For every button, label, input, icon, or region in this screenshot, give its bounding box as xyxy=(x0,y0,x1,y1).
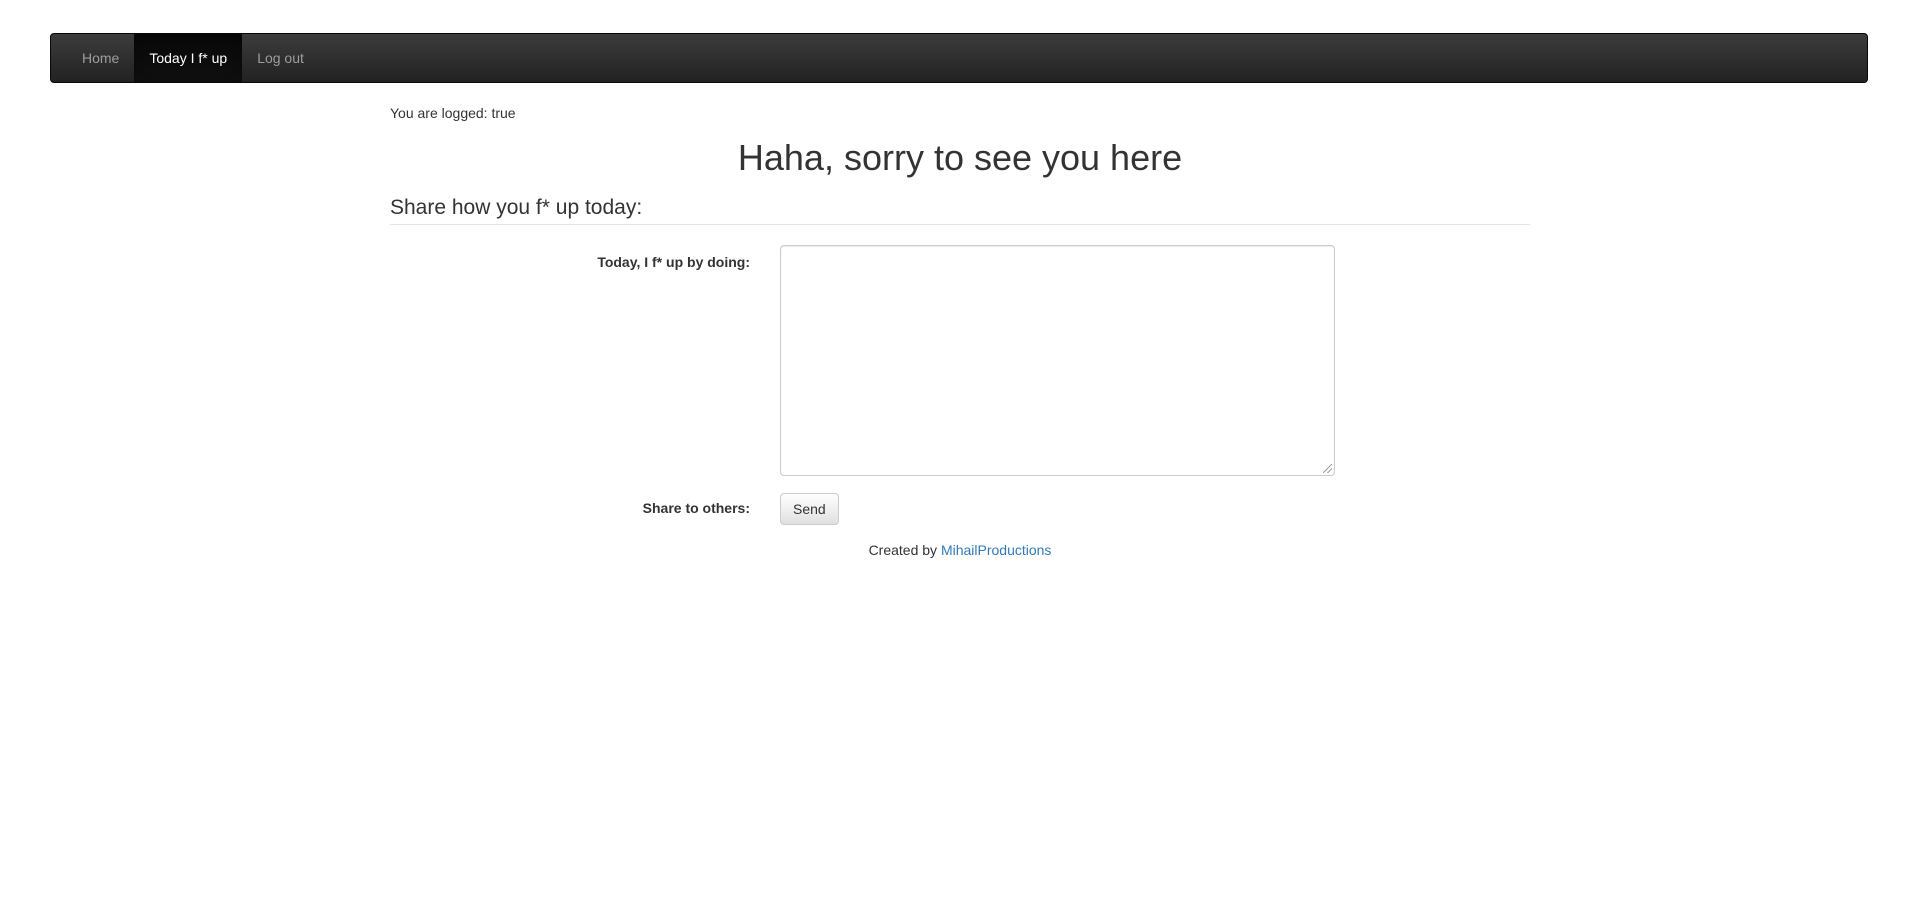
author-link[interactable]: MihailProductions xyxy=(941,542,1052,558)
nav-home-link[interactable]: Home xyxy=(67,34,134,82)
footer-prefix: Created by xyxy=(868,542,938,558)
nav-logout-link[interactable]: Log out xyxy=(242,34,319,82)
top-navbar: Home Today I f* up Log out xyxy=(50,33,1868,83)
send-button[interactable]: Send xyxy=(780,493,839,525)
login-status-text: You are logged: true xyxy=(390,105,516,121)
footer: Created by MihailProductions xyxy=(390,542,1530,558)
page-title: Haha, sorry to see you here xyxy=(737,137,1183,178)
fail-description-textarea[interactable] xyxy=(780,245,1335,476)
nav-today-link[interactable]: Today I f* up xyxy=(134,34,243,82)
doing-label: Today, I f* up by doing: xyxy=(597,254,750,270)
share-label: Share to others: xyxy=(642,500,750,516)
resize-grip-icon[interactable] xyxy=(1323,464,1332,473)
section-heading: Share how you f* up today: xyxy=(390,196,1530,226)
